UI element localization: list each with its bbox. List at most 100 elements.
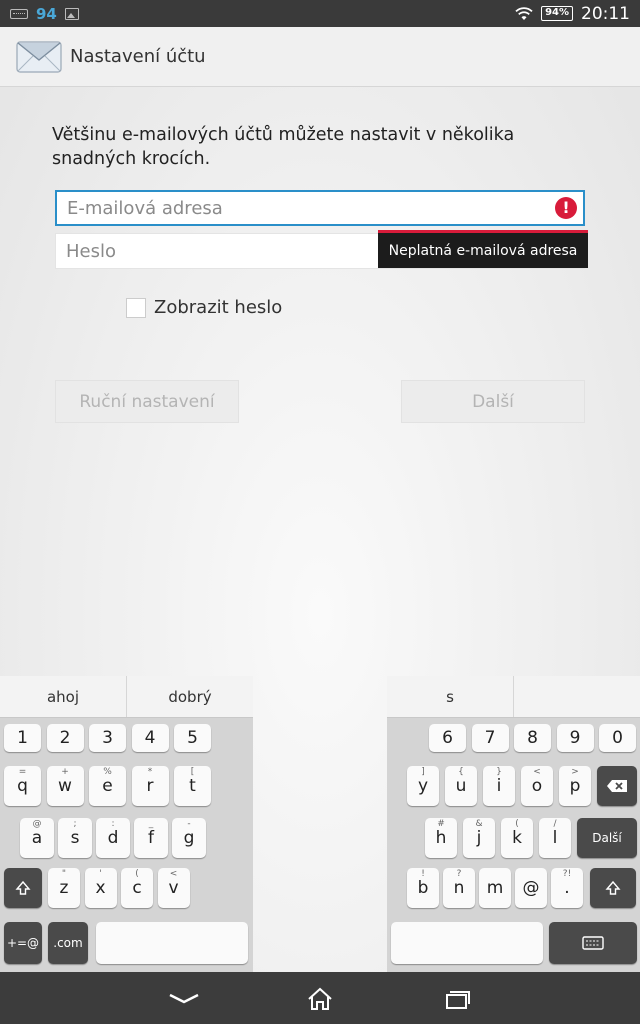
dotcom-key[interactable]: .com bbox=[48, 922, 88, 964]
key-secondary-label: ( bbox=[515, 819, 519, 829]
key-label: f bbox=[148, 828, 154, 848]
key-1[interactable]: 1 bbox=[4, 724, 41, 752]
shift-key[interactable] bbox=[4, 868, 42, 908]
key-secondary-label: < bbox=[169, 869, 178, 879]
key-secondary-label: ; bbox=[73, 819, 77, 829]
key-secondary-label: ( bbox=[135, 869, 139, 879]
space-key-right[interactable] bbox=[391, 922, 543, 964]
shift-icon bbox=[15, 880, 31, 895]
key-label: .com bbox=[53, 936, 83, 950]
email-field[interactable]: E-mailová adresa ! bbox=[55, 190, 585, 226]
next-button[interactable]: Další bbox=[401, 380, 585, 423]
key-label: +=@ bbox=[6, 936, 40, 950]
suggestion-bar-left: ahoj dobrý bbox=[0, 676, 253, 718]
key-5[interactable]: 5 bbox=[174, 724, 211, 752]
suggestion-item[interactable]: ahoj bbox=[0, 676, 127, 717]
key-3[interactable]: 3 bbox=[89, 724, 126, 752]
key-label: p bbox=[569, 776, 581, 796]
key-8[interactable]: 8 bbox=[514, 724, 551, 752]
backspace-key[interactable] bbox=[597, 766, 637, 806]
keyboard-hide-key[interactable] bbox=[549, 922, 637, 964]
key-p[interactable]: > p bbox=[559, 766, 591, 806]
key-label: z bbox=[59, 878, 69, 898]
back-chevron-icon[interactable] bbox=[164, 986, 204, 1012]
key-label: d bbox=[107, 828, 119, 848]
key-label: w bbox=[58, 776, 72, 796]
key-a[interactable]: @ a bbox=[20, 818, 54, 858]
key-u[interactable]: {u bbox=[445, 766, 477, 806]
key-r[interactable]: * r bbox=[131, 766, 169, 806]
key-secondary-label: ' bbox=[99, 869, 102, 879]
key-secondary-label: @ bbox=[32, 819, 42, 829]
key-label: o bbox=[531, 776, 543, 796]
show-password-checkbox[interactable] bbox=[126, 297, 146, 318]
key-z[interactable]: " z bbox=[48, 868, 80, 908]
key-c[interactable]: (c bbox=[121, 868, 153, 908]
key-4[interactable]: 4 bbox=[131, 724, 169, 752]
key-t[interactable]: [t bbox=[174, 766, 211, 806]
key-s[interactable]: ; s bbox=[58, 818, 92, 858]
key-secondary-label: < bbox=[533, 767, 541, 777]
key-k[interactable]: (k bbox=[501, 818, 533, 858]
key-n[interactable]: ? n bbox=[443, 868, 475, 908]
key-m[interactable]: m bbox=[479, 868, 511, 908]
key-secondary-label: > bbox=[571, 767, 579, 777]
email-placeholder: E-mailová adresa bbox=[67, 197, 223, 219]
key-2[interactable]: 2 bbox=[46, 724, 84, 752]
suggestion-item[interactable]: s bbox=[387, 676, 514, 717]
manual-setup-button[interactable]: Ruční nastavení bbox=[55, 380, 239, 423]
key-label: b bbox=[417, 878, 429, 898]
key-b[interactable]: ! b bbox=[407, 868, 439, 908]
show-password-row[interactable]: Zobrazit heslo bbox=[126, 297, 282, 318]
key-x[interactable]: ' x bbox=[84, 868, 117, 908]
symbols-key[interactable]: +=@ bbox=[4, 922, 42, 964]
home-icon[interactable] bbox=[300, 986, 340, 1012]
key-label: c bbox=[132, 878, 142, 898]
key-l[interactable]: / l bbox=[539, 818, 571, 858]
key-label: i bbox=[496, 776, 502, 796]
key-j[interactable]: & j bbox=[463, 818, 495, 858]
key-v[interactable]: < v bbox=[157, 868, 190, 908]
key-9[interactable]: 9 bbox=[556, 724, 594, 752]
key-d[interactable]: :d bbox=[96, 818, 130, 858]
key-@[interactable]: @ bbox=[515, 868, 547, 908]
key-f[interactable]: _ f bbox=[134, 818, 168, 858]
key-y[interactable]: ] y bbox=[407, 766, 439, 806]
key-i[interactable]: } i bbox=[483, 766, 515, 806]
key-secondary-label: + bbox=[61, 767, 69, 777]
key-h[interactable]: # h bbox=[425, 818, 457, 858]
key-q[interactable]: = q bbox=[4, 766, 41, 806]
key-label: h bbox=[435, 828, 447, 848]
status-bar: 94 94% 20:11 bbox=[0, 0, 640, 27]
show-password-label: Zobrazit heslo bbox=[154, 297, 283, 318]
key-o[interactable]: < o bbox=[521, 766, 553, 806]
key-label: 6 bbox=[442, 728, 453, 748]
key-0[interactable]: 0 bbox=[599, 724, 636, 752]
key-.[interactable]: ?!. bbox=[551, 868, 583, 908]
enter-key[interactable]: Další bbox=[577, 818, 637, 858]
key-label: 9 bbox=[569, 728, 581, 748]
key-secondary-label: & bbox=[475, 819, 483, 829]
recents-icon[interactable] bbox=[436, 986, 476, 1012]
suggestion-item[interactable]: dobrý bbox=[127, 676, 253, 717]
key-secondary-label: * bbox=[147, 767, 153, 777]
key-w[interactable]: + w bbox=[46, 766, 84, 806]
key-g[interactable]: -g bbox=[172, 818, 206, 858]
wifi-icon bbox=[515, 6, 533, 20]
key-label: a bbox=[31, 828, 43, 848]
error-icon[interactable]: ! bbox=[555, 197, 577, 219]
key-secondary-label: ! bbox=[421, 869, 425, 879]
key-label: k bbox=[512, 828, 522, 848]
key-e[interactable]: % e bbox=[89, 766, 126, 806]
key-secondary-label: # bbox=[437, 819, 445, 829]
key-label: u bbox=[455, 776, 467, 796]
key-7[interactable]: 7 bbox=[471, 724, 509, 752]
suggestion-item[interactable] bbox=[514, 676, 640, 717]
key-secondary-label: [ bbox=[190, 767, 195, 777]
shift-key-right[interactable] bbox=[590, 868, 636, 908]
key-secondary-label: : bbox=[111, 819, 115, 829]
key-6[interactable]: 6 bbox=[429, 724, 466, 752]
space-key-left[interactable] bbox=[96, 922, 248, 964]
key-label: 0 bbox=[612, 728, 623, 748]
key-secondary-label: / bbox=[553, 819, 557, 829]
